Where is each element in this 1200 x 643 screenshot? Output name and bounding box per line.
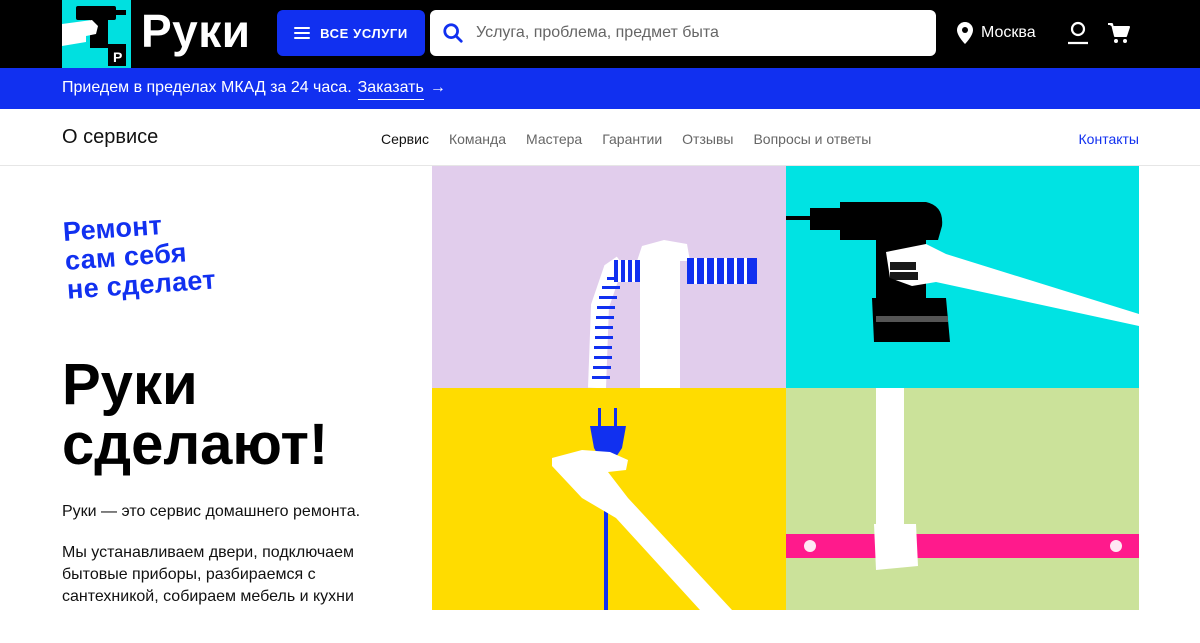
search-box[interactable] [430,10,936,56]
hero-services-description: Мы устанавливаем двери, подключаем бытов… [62,544,354,605]
contacts-link[interactable]: Контакты [1079,131,1139,147]
logo-mark-icon[interactable]: Р [62,0,131,68]
all-services-label: ВСЕ УСЛУГИ [320,25,408,41]
hero-description: Руки — это сервис домашнего ремонта. [62,503,361,520]
subnav-link-team[interactable]: Команда [449,131,506,147]
subnav-links: Сервис Команда Мастера Гарантии Отзывы В… [381,131,871,147]
promo-order-link[interactable]: Заказать [357,79,424,100]
promo-bar: Приедем в пределах МКАД за 24 часа. Зака… [0,68,1200,109]
city-selector[interactable]: Москва [957,22,1036,44]
page-section-title: О сервисе [62,126,159,148]
subnav-link-guarantees[interactable]: Гарантии [602,131,662,147]
level-illustration [786,388,1139,610]
search-icon[interactable] [442,22,464,44]
promo-text: Приедем в пределах МКАД за 24 часа. [62,79,352,96]
user-icon[interactable] [1066,21,1090,45]
hero-title-line: сделают! [62,412,329,477]
pipe-illustration [432,166,786,388]
city-label: Москва [981,24,1036,41]
all-services-button[interactable]: ВСЕ УСЛУГИ [277,10,425,56]
hero-illustration-grid [432,166,1139,610]
subnav-link-faq[interactable]: Вопросы и ответы [753,131,871,147]
hero-title: Руки сделают! [62,355,328,475]
top-bar: Р Руки ВСЕ УСЛУГИ Москва [0,0,1200,68]
search-input[interactable] [476,24,916,42]
subnav-link-reviews[interactable]: Отзывы [682,131,733,147]
hero-title-line: Руки [62,352,198,417]
plug-illustration [432,388,786,610]
location-pin-icon [957,22,973,44]
hero-tagline: Ремонт сам себя не сделает [62,208,217,305]
burger-icon [294,27,311,39]
logo-text[interactable]: Руки [141,4,251,58]
subnav-link-masters[interactable]: Мастера [526,131,582,147]
drill-illustration [786,166,1139,388]
sub-navigation: О сервисе Сервис Команда Мастера Гаранти… [0,109,1200,166]
logo-mark-letter: Р [113,49,122,65]
cart-icon[interactable] [1107,21,1131,45]
arrow-right-icon[interactable]: → [430,79,446,97]
subnav-link-service[interactable]: Сервис [381,131,429,147]
